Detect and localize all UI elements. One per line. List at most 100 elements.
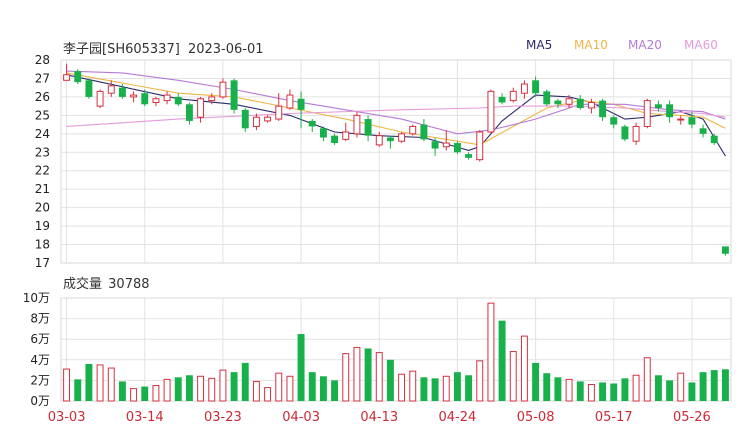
candle-body: [219, 81, 227, 98]
candle-body: [688, 117, 696, 125]
price-tick-label: 25: [35, 108, 50, 122]
candle-body: [599, 100, 607, 118]
volume-bar: [721, 369, 729, 401]
candle-body: [409, 125, 417, 135]
moving-average-lines: [66, 70, 726, 157]
volume-bar: [654, 375, 662, 401]
price-tick-label: 23: [35, 145, 50, 159]
candle-body: [364, 119, 372, 136]
date-tick-label: 05-08: [517, 410, 555, 425]
volume-bar: [286, 375, 294, 402]
candle-body: [107, 85, 115, 94]
volume-bar: [543, 373, 551, 401]
candle-body: [63, 74, 71, 81]
volume-bar: [118, 381, 126, 401]
volume-bar: [409, 370, 417, 402]
candle-body: [208, 96, 216, 102]
candle-body: [520, 83, 528, 94]
volume-bar: [185, 375, 193, 401]
volume-bar: [398, 373, 406, 402]
volume-bar: [453, 372, 461, 401]
volume-bar: [130, 388, 138, 402]
candle-body: [386, 137, 394, 142]
volume-bar: [532, 362, 540, 401]
volume-bar: [632, 374, 640, 402]
volume-bar: [308, 372, 316, 401]
volume-bar: [331, 380, 339, 401]
volume-tick-label: 6万: [30, 332, 50, 346]
price-tick-label: 17: [35, 256, 50, 270]
volume-bar: [498, 320, 506, 401]
ma-line-ma60: [66, 105, 726, 127]
ma-line-ma20: [66, 70, 726, 135]
volume-bar: [610, 383, 618, 401]
candle-body: [509, 90, 517, 102]
candle-body: [96, 90, 104, 107]
candle-body: [264, 116, 272, 122]
price-tick-label: 21: [35, 182, 50, 196]
volume-bar: [688, 382, 696, 401]
volume-bar: [163, 378, 171, 402]
candle-body: [543, 91, 551, 105]
volume-bar: [431, 378, 439, 401]
volume-tick-label: 0万: [30, 394, 50, 408]
date-tick-label: 04-03: [282, 410, 320, 425]
candle-body: [286, 94, 294, 109]
candle-body: [252, 116, 260, 127]
candle-body: [85, 80, 93, 97]
volume-bar: [509, 351, 517, 402]
volume-bar: [264, 387, 272, 402]
candle-body: [420, 124, 428, 140]
candle-body: [174, 96, 182, 105]
candle-body: [185, 104, 193, 121]
date-tick-label: 03-23: [204, 410, 242, 425]
volume-bar: [141, 386, 149, 401]
volume-bar: [252, 380, 260, 402]
volume-bar: [386, 359, 394, 401]
candle-body: [342, 131, 350, 140]
volume-bar: [174, 377, 182, 401]
price-tick-label: 24: [35, 127, 50, 141]
volume-y-axis: 10万 8万 6万 4万 2万 0万: [23, 291, 50, 408]
volume-grid: [60, 297, 732, 402]
volume-bar: [666, 380, 674, 401]
candle-body: [565, 98, 573, 105]
volume-bar: [219, 369, 227, 402]
volume-bar: [107, 367, 115, 402]
volume-bar: [554, 377, 562, 401]
candle-body: [498, 96, 506, 103]
volume-bar: [420, 377, 428, 401]
candle-body: [331, 135, 339, 144]
price-tick-label: 27: [35, 71, 50, 85]
candle-body: [130, 94, 138, 98]
date-tick-label: 03-03: [48, 410, 86, 425]
candle-body: [587, 101, 595, 109]
date-tick-label: 04-24: [439, 410, 477, 425]
candle-body: [353, 114, 361, 135]
candle-body: [576, 98, 584, 108]
candle-body: [431, 141, 439, 149]
price-tick-label: 18: [35, 238, 50, 252]
candle-body: [230, 80, 238, 110]
candle-body: [621, 126, 629, 140]
candle-body: [141, 93, 149, 105]
volume-bar: [275, 372, 283, 402]
volume-bar: [342, 353, 350, 402]
price-tick-label: 20: [35, 201, 50, 215]
candle-body: [476, 131, 484, 161]
candle-body: [487, 90, 495, 133]
candle-body: [453, 143, 461, 153]
volume-bar: [375, 352, 383, 402]
volume-bar: [74, 379, 82, 401]
volume-bar: [565, 378, 573, 402]
volume-bar: [599, 382, 607, 401]
candle-body: [152, 98, 160, 103]
volume-bar: [710, 370, 718, 401]
date-axis: 03-03 03-14 03-23 04-03 04-13 04-24 05-08 05-17…: [48, 410, 711, 425]
volume-bar: [587, 384, 595, 402]
candle-body: [163, 94, 171, 102]
volume-bar: [241, 362, 249, 401]
price-tick-label: 28: [35, 53, 50, 67]
candle-body: [721, 246, 729, 254]
date-tick-label: 05-17: [595, 410, 633, 425]
